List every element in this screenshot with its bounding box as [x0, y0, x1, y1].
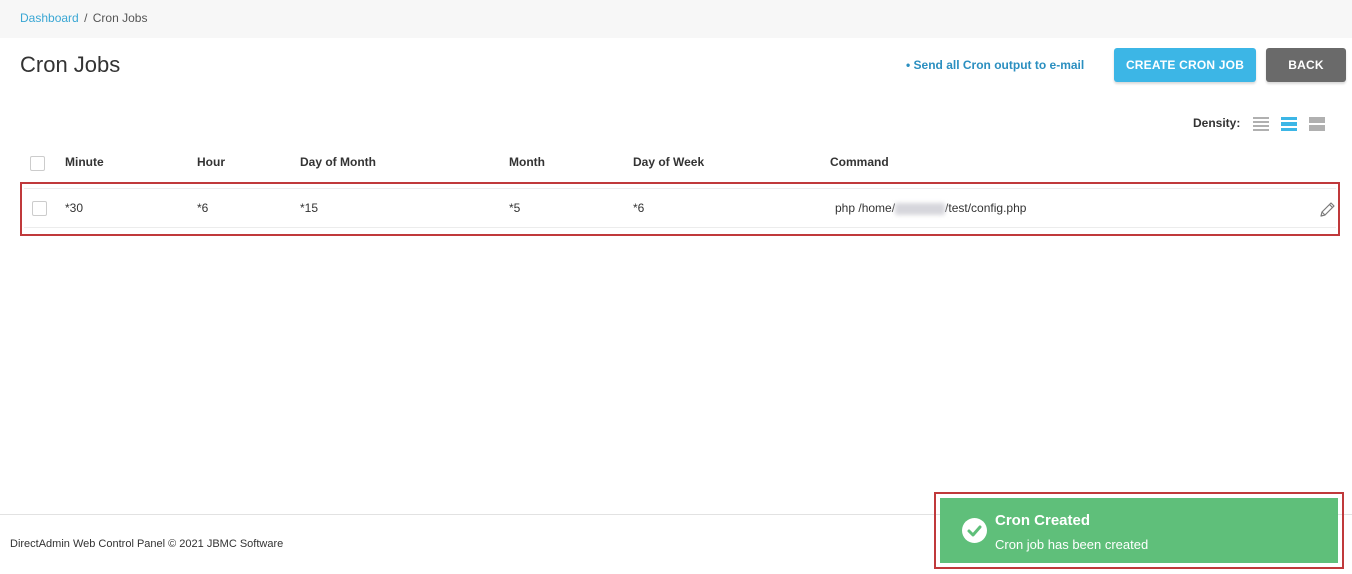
- cell-minute: *30: [65, 201, 84, 215]
- table-row[interactable]: *30 *6 *15 *5 *6 php /home/ /test/config.…: [20, 182, 1340, 236]
- column-day-of-week[interactable]: Day of Week: [633, 155, 704, 169]
- column-command[interactable]: Command: [830, 155, 889, 169]
- footer-copyright: DirectAdmin Web Control Panel © 2021 JBM…: [10, 538, 284, 550]
- command-suffix: /test/config.php: [945, 201, 1027, 215]
- toast-title: Cron Created: [995, 512, 1091, 529]
- check-circle-icon: [962, 518, 987, 543]
- toast-highlight: Cron Created Cron job has been created: [934, 492, 1344, 569]
- table-row-content: *30 *6 *15 *5 *6 php /home/ /test/config.…: [24, 188, 1336, 228]
- density-compact-icon[interactable]: [1253, 116, 1269, 132]
- create-cron-job-button[interactable]: CREATE CRON JOB: [1114, 48, 1256, 82]
- back-button[interactable]: BACK: [1266, 48, 1346, 82]
- column-hour[interactable]: Hour: [197, 155, 225, 169]
- breadcrumb-separator: /: [84, 11, 88, 25]
- column-minute[interactable]: Minute: [65, 155, 104, 169]
- column-day-of-month[interactable]: Day of Month: [300, 155, 376, 169]
- select-all-checkbox[interactable]: [30, 156, 45, 171]
- cell-command: php /home/ /test/config.php: [835, 201, 1026, 215]
- density-label: Density:: [1193, 116, 1241, 130]
- table-header: Minute Hour Day of Month Month Day of We…: [20, 150, 1338, 178]
- cell-day-of-month: *15: [300, 201, 319, 215]
- breadcrumb-current: Cron Jobs: [92, 11, 148, 25]
- redacted-username: [895, 202, 946, 215]
- cell-hour: *6: [197, 201, 209, 215]
- breadcrumb-dashboard-link[interactable]: Dashboard: [20, 11, 79, 25]
- command-prefix: php /home/: [835, 201, 896, 215]
- density-comfortable-icon[interactable]: [1309, 116, 1325, 132]
- toast-message: Cron job has been created: [995, 537, 1149, 552]
- row-checkbox[interactable]: [32, 201, 47, 216]
- breadcrumb-bar: Dashboard / Cron Jobs: [0, 0, 1352, 38]
- page-title: Cron Jobs: [20, 52, 121, 77]
- density-medium-icon[interactable]: [1281, 116, 1297, 132]
- breadcrumb: Dashboard / Cron Jobs: [20, 11, 147, 25]
- cell-day-of-week: *6: [633, 201, 645, 215]
- send-cron-output-email-link[interactable]: • Send all Cron output to e-mail: [906, 58, 1084, 72]
- cell-month: *5: [509, 201, 521, 215]
- edit-pencil-icon[interactable]: [1318, 201, 1336, 219]
- column-month[interactable]: Month: [509, 155, 545, 169]
- success-toast[interactable]: Cron Created Cron job has been created: [940, 498, 1338, 563]
